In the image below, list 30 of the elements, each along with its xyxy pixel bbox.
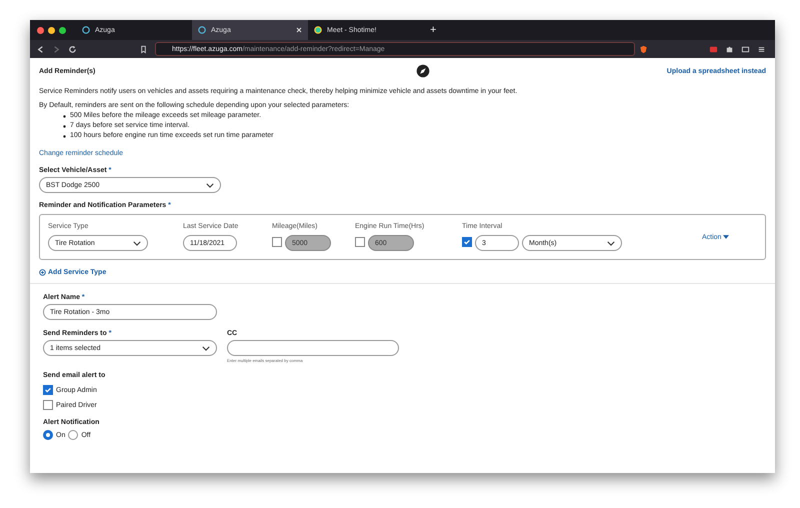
shield-icon[interactable] [639, 44, 648, 54]
extension-badge-icon[interactable] [709, 44, 718, 54]
maximize-window-button[interactable] [59, 26, 66, 34]
checkbox[interactable] [43, 385, 53, 395]
checkbox[interactable] [272, 237, 282, 247]
checkbox[interactable] [462, 237, 472, 247]
radio-button[interactable] [68, 430, 78, 440]
bullet-icon [63, 134, 66, 138]
chevron-icon [133, 240, 141, 246]
window-icon[interactable] [741, 44, 750, 54]
bookmark-icon[interactable] [139, 44, 148, 54]
forward-icon[interactable] [52, 44, 61, 54]
plus-circle-icon [39, 269, 46, 276]
chevron-icon [202, 346, 210, 350]
bullet-icon [63, 124, 66, 128]
reload-icon[interactable] [68, 44, 77, 54]
chevron-icon [206, 182, 214, 188]
bullet-icon [63, 114, 66, 118]
close-window-button[interactable] [37, 26, 44, 34]
caret-icon [723, 235, 730, 239]
cc-field[interactable] [227, 340, 399, 356]
back-icon[interactable] [36, 44, 45, 54]
minimize-window-button[interactable] [48, 26, 55, 34]
checkbox[interactable] [43, 400, 53, 410]
checkbox[interactable] [355, 237, 365, 247]
menu-icon[interactable] [757, 44, 766, 54]
close-icon[interactable] [296, 27, 302, 33]
chevron-icon [607, 240, 615, 246]
radio-button[interactable] [43, 430, 53, 440]
new-tab-button[interactable]: + [430, 24, 436, 36]
